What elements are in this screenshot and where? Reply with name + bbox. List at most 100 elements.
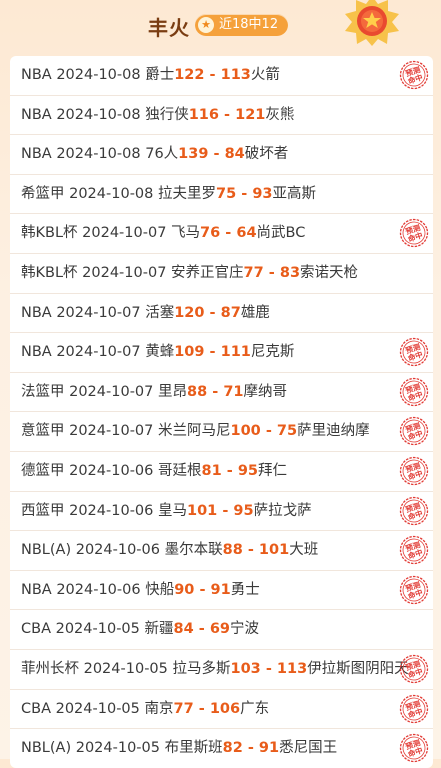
home-team: 爵士 <box>145 67 175 83</box>
game-league: NBA <box>21 304 52 321</box>
away-team: 悉尼国王 <box>279 740 338 757</box>
game-date: 2024-10-08 <box>69 185 154 202</box>
game-row[interactable]: NBL(A) 2024-10-06 墨尔本联88 - 101大班 预测 命中 <box>10 531 433 571</box>
away-team: 拜仁 <box>258 462 287 479</box>
home-score: 109 <box>174 344 205 361</box>
game-row[interactable]: NBA 2024-10-07 活塞120 - 87雄鹿 <box>10 294 433 334</box>
game-row[interactable]: 西篮甲 2024-10-06 皇马101 - 95萨拉戈萨 预测 命中 <box>10 492 433 532</box>
home-score: 100 <box>230 423 261 440</box>
score-separator: - <box>221 462 238 479</box>
game-row[interactable]: 德篮甲 2024-10-06 哥廷根81 - 95拜仁 预测 命中 <box>10 452 433 492</box>
game-date: 2024-10-08 <box>56 67 141 83</box>
away-team: 伊拉斯图阴阳天 <box>307 660 409 677</box>
game-date: 2024-10-06 <box>69 462 154 479</box>
away-score: 71 <box>223 383 244 400</box>
away-team: 火箭 <box>250 67 280 83</box>
score-separator: - <box>208 146 225 163</box>
prediction-hit-stamp: 预测命中 <box>399 219 429 248</box>
game-date: 2024-10-05 <box>55 700 140 717</box>
game-date: 2024-10-07 <box>56 344 141 361</box>
game-row[interactable]: 韩KBL杯 2024-10-07 飞马76 - 64尚武BC 预测 命中 <box>10 214 433 254</box>
home-score: 75 <box>216 185 237 202</box>
away-team: 雄鹿 <box>240 304 270 321</box>
expert-name[interactable]: 丰火 <box>148 12 190 41</box>
home-score: 76 <box>200 225 221 242</box>
prediction-hit-stamp: 预测命中 <box>399 456 429 486</box>
away-team: 萨里迪纳摩 <box>297 423 370 440</box>
game-row[interactable]: NBA 2024-10-08 76人139 - 84破坏者 <box>10 135 433 175</box>
game-date: 2024-10-06 <box>75 542 160 559</box>
away-team: 索诺天枪 <box>300 264 359 281</box>
home-team: 黄蜂 <box>145 344 175 361</box>
away-score: 95 <box>237 462 258 479</box>
away-team: 尚武BC <box>256 225 306 242</box>
game-date: 2024-10-07 <box>82 225 167 242</box>
medal-icon <box>345 0 399 46</box>
game-league: 法篮甲 <box>21 383 65 400</box>
away-score: 113 <box>220 67 251 83</box>
away-score: 106 <box>209 700 241 717</box>
away-team: 亚高斯 <box>272 185 317 202</box>
game-league: CBA <box>21 621 51 638</box>
home-team: 里昂 <box>158 383 187 400</box>
home-score: 88 <box>187 383 208 400</box>
score-separator: - <box>219 106 236 123</box>
away-score: 91 <box>210 581 231 598</box>
game-date: 2024-10-06 <box>69 502 154 519</box>
game-row[interactable]: 意篮甲 2024-10-07 米兰阿马尼100 - 75萨里迪纳摩 预测 命中 <box>10 412 433 452</box>
game-row[interactable]: NBA 2024-10-06 快船90 - 91勇士 预测 命中 <box>10 571 433 611</box>
away-score: 121 <box>235 106 266 123</box>
game-row[interactable]: NBA 2024-10-08 独行侠116 - 121灰熊 <box>10 96 433 136</box>
game-row[interactable]: NBA 2024-10-07 黄蜂109 - 111尼克斯 预测 命中 <box>10 333 433 373</box>
game-league: NBA <box>21 146 52 163</box>
game-row[interactable]: CBA 2024-10-05 新疆84 - 69宁波 <box>10 610 433 650</box>
home-team: 飞马 <box>171 225 201 242</box>
game-league: NBA <box>21 106 52 123</box>
score-separator: - <box>193 621 210 638</box>
home-score: 84 <box>173 621 194 638</box>
game-date: 2024-10-08 <box>56 106 141 123</box>
game-date: 2024-10-05 <box>55 621 140 638</box>
game-row[interactable]: CBA 2024-10-05 南京77 - 106广东 预测 命中 <box>10 690 433 730</box>
away-team: 灰熊 <box>265 106 295 123</box>
away-team: 宁波 <box>230 621 259 638</box>
game-date: 2024-10-05 <box>83 660 168 677</box>
score-separator: - <box>242 542 259 559</box>
game-row[interactable]: NBL(A) 2024-10-05 布里斯班82 - 91悉尼国王 预测 命中 <box>10 729 433 768</box>
prediction-list: NBA 2024-10-08 爵士122 - 113火箭 预测 命中 NBA 2024… <box>10 56 433 768</box>
home-team: 米兰阿马尼 <box>158 423 231 440</box>
game-league: CBA <box>21 700 51 717</box>
game-row[interactable]: 法篮甲 2024-10-07 里昂88 - 71摩纳哥 预测 命中 <box>10 373 433 413</box>
away-score: 83 <box>279 264 301 281</box>
record-badge: ★ 近18中12 <box>195 14 289 36</box>
game-league: NBA <box>21 344 52 361</box>
home-team: 拉夫里罗 <box>158 185 216 202</box>
away-score: 84 <box>224 146 245 163</box>
game-row[interactable]: 希篮甲 2024-10-08 拉夫里罗75 - 93亚高斯 <box>10 175 433 215</box>
game-row[interactable]: 菲州长杯 2024-10-05 拉马多斯103 - 113伊拉斯图阴阳天 预测 命中 <box>10 650 433 690</box>
home-score: 81 <box>201 462 222 479</box>
away-team: 广东 <box>240 700 270 717</box>
game-row[interactable]: 韩KBL杯 2024-10-07 安养正官庄77 - 83索诺天枪 <box>10 254 433 294</box>
score-separator: - <box>242 740 259 757</box>
home-team: 独行侠 <box>145 106 189 123</box>
score-separator: - <box>263 264 280 281</box>
game-date: 2024-10-05 <box>75 740 160 757</box>
home-score: 122 <box>174 67 205 83</box>
away-score: 101 <box>258 542 290 559</box>
home-team: 墨尔本联 <box>164 542 223 559</box>
game-league: NBA <box>21 581 52 598</box>
away-score: 111 <box>220 344 251 361</box>
prediction-hit-stamp: 预测命中 <box>399 338 429 367</box>
score-separator: - <box>220 225 237 242</box>
home-score: 139 <box>178 146 209 163</box>
game-date: 2024-10-06 <box>56 581 141 598</box>
home-score: 116 <box>188 106 219 123</box>
away-team: 尼克斯 <box>250 344 295 361</box>
game-league: 韩KBL杯 <box>21 264 78 281</box>
home-score: 101 <box>187 502 218 519</box>
home-team: 76人 <box>145 146 179 163</box>
game-row[interactable]: NBA 2024-10-08 爵士122 - 113火箭 预测 命中 <box>10 56 433 96</box>
home-score: 77 <box>243 264 264 281</box>
away-team: 萨拉戈萨 <box>253 502 312 519</box>
